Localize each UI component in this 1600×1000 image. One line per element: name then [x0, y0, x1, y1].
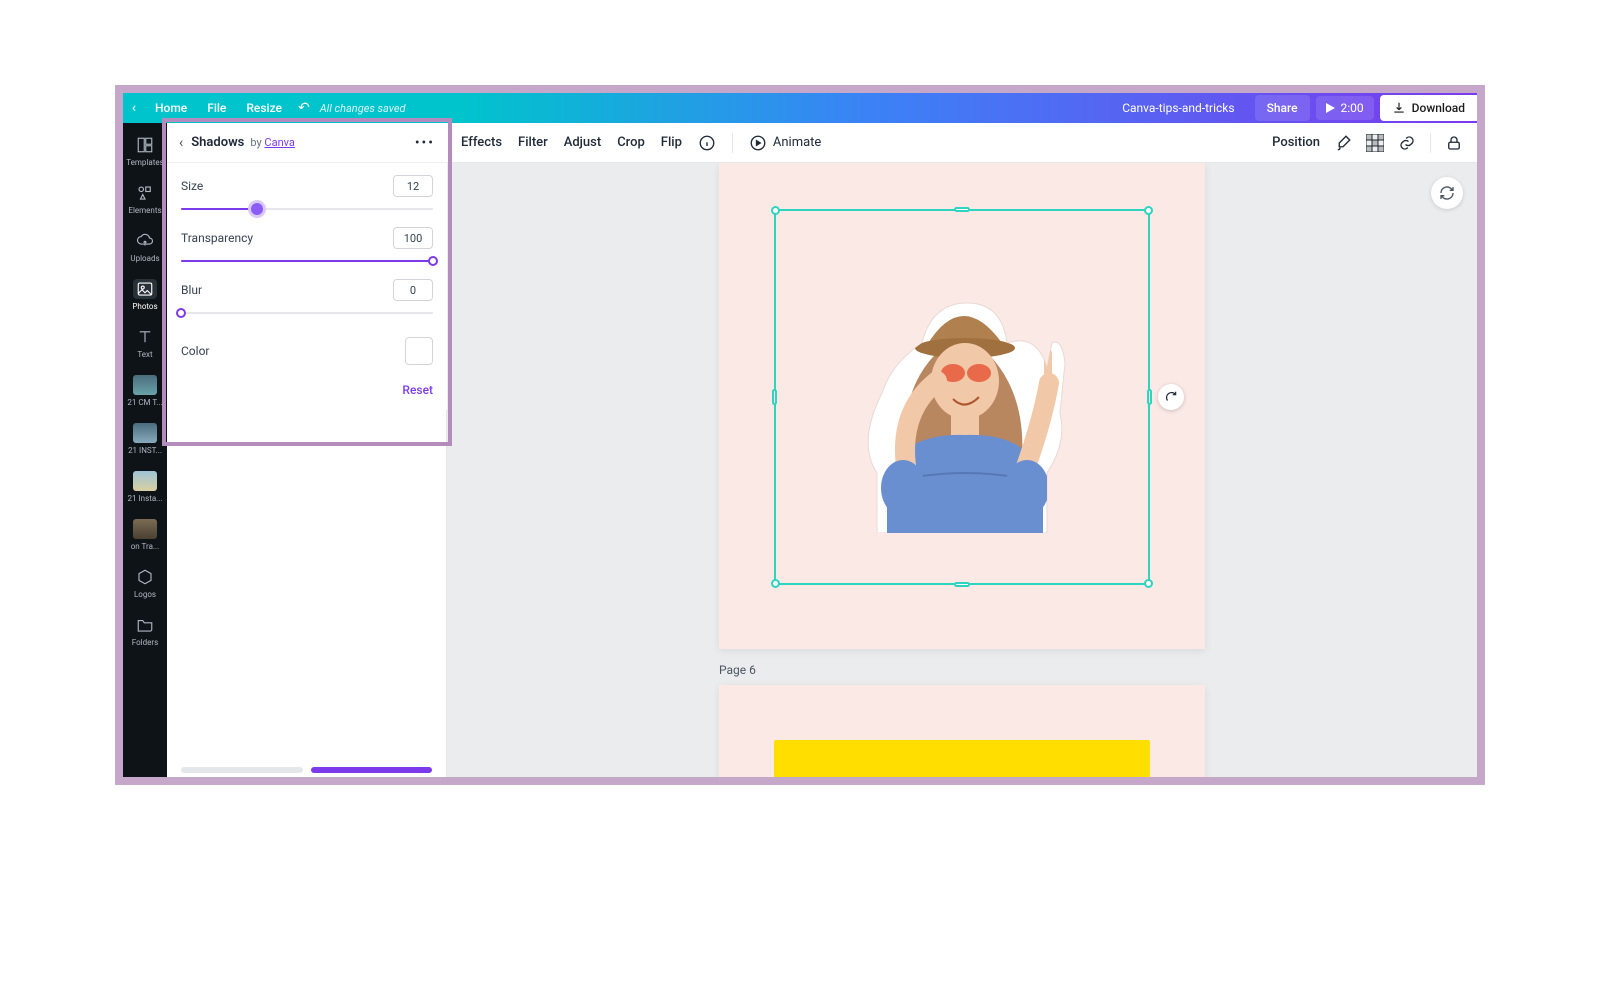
resize-handle-left[interactable] — [772, 389, 777, 405]
toolbar-flip[interactable]: Flip — [661, 135, 682, 150]
canvas-page[interactable] — [719, 163, 1205, 649]
side-panel: ‹ Shadows by Canva ••• Size 12 — [167, 123, 447, 777]
lock-icon[interactable] — [1445, 134, 1463, 152]
panel-footer-hint — [167, 767, 446, 777]
toolbar-crop[interactable]: Crop — [617, 135, 645, 150]
rail-thumb-3[interactable]: on Tra... — [123, 513, 167, 561]
blur-slider-thumb[interactable] — [176, 308, 186, 318]
animate-icon — [749, 134, 767, 152]
project-thumb-icon — [133, 471, 157, 491]
blur-label: Blur — [181, 283, 202, 297]
toolbar-filter[interactable]: Filter — [518, 135, 548, 150]
panel-back-button[interactable]: ‹ — [179, 135, 183, 151]
paint-icon[interactable] — [1334, 134, 1352, 152]
panel-by: by Canva — [250, 136, 295, 149]
resize-handle-right[interactable] — [1147, 389, 1152, 405]
transparency-slider-thumb[interactable] — [428, 256, 438, 266]
panel-title: Shadows — [191, 135, 244, 150]
context-toolbar: Effects Filter Adjust Crop Flip Animate … — [447, 123, 1477, 163]
color-swatch-button[interactable] — [405, 337, 433, 365]
elements-icon — [133, 183, 157, 203]
size-slider[interactable] — [181, 199, 433, 219]
text-icon — [133, 327, 157, 347]
reset-button[interactable]: Reset — [402, 383, 433, 397]
tutorial-highlight-frame: ‹ Home File Resize ↶ All changes saved C… — [115, 85, 1485, 785]
panel-header: ‹ Shadows by Canva ••• — [167, 123, 447, 163]
menu-file[interactable]: File — [197, 101, 236, 115]
size-slider-thumb[interactable] — [248, 200, 266, 218]
app-root: ‹ Home File Resize ↶ All changes saved C… — [123, 93, 1477, 777]
blur-value-input[interactable]: 0 — [393, 279, 433, 301]
resize-handle-tl[interactable] — [771, 206, 780, 215]
color-label: Color — [181, 344, 209, 358]
top-bar: ‹ Home File Resize ↶ All changes saved C… — [123, 93, 1477, 123]
canvas-page-next[interactable] — [719, 685, 1205, 777]
canvas-area: Effects Filter Adjust Crop Flip Animate … — [447, 123, 1477, 777]
transparency-icon[interactable] — [1366, 134, 1384, 152]
panel-by-link[interactable]: Canva — [264, 136, 294, 149]
resize-handle-bottom[interactable] — [954, 582, 970, 587]
share-button[interactable]: Share — [1255, 95, 1310, 121]
transparency-slider[interactable] — [181, 251, 433, 271]
resize-handle-tr[interactable] — [1144, 206, 1153, 215]
rail-photos[interactable]: Photos — [123, 273, 167, 321]
resize-handle-top[interactable] — [954, 207, 970, 212]
yellow-element[interactable] — [774, 740, 1150, 777]
download-icon — [1392, 101, 1406, 115]
rail-thumb-1[interactable]: 21 INST... — [123, 417, 167, 465]
rail-logos[interactable]: Logos — [123, 561, 167, 609]
transparency-label: Transparency — [181, 231, 253, 245]
rail-thumb-0[interactable]: 21 CM T... — [123, 369, 167, 417]
link-icon[interactable] — [1398, 134, 1416, 152]
toolbar-position[interactable]: Position — [1272, 135, 1320, 150]
undo-icon[interactable]: ↶ — [298, 100, 310, 116]
resize-handle-br[interactable] — [1144, 579, 1153, 588]
rail-thumb-2[interactable]: 21 Insta... — [123, 465, 167, 513]
size-value-input[interactable]: 12 — [393, 175, 433, 197]
photos-icon — [133, 279, 157, 299]
info-icon[interactable] — [698, 134, 716, 152]
rail-templates[interactable]: Templates — [123, 129, 167, 177]
rotate-button[interactable] — [1158, 384, 1184, 410]
resize-handle-bl[interactable] — [771, 579, 780, 588]
rail-elements[interactable]: Elements — [123, 177, 167, 225]
menu-resize[interactable]: Resize — [236, 101, 292, 115]
project-thumb-icon — [133, 519, 157, 539]
project-thumb-icon — [133, 423, 157, 443]
toolbar-animate[interactable]: Animate — [749, 134, 821, 152]
page-label: Page 6 — [719, 663, 1205, 677]
left-rail: Templates Elements Uploads Photos — [123, 123, 167, 777]
play-icon — [1326, 103, 1335, 113]
rail-folders[interactable]: Folders — [123, 609, 167, 657]
menu-home[interactable]: Home — [145, 101, 197, 115]
transparency-value-input[interactable]: 100 — [393, 227, 433, 249]
toolbar-effects[interactable]: Effects — [461, 135, 502, 150]
download-button[interactable]: Download — [1380, 95, 1477, 121]
back-button[interactable]: ‹ — [123, 100, 145, 116]
toolbar-adjust[interactable]: Adjust — [564, 135, 601, 150]
blur-slider[interactable] — [181, 303, 433, 323]
folders-icon — [133, 615, 157, 635]
presentation-time-button[interactable]: 2:00 — [1316, 96, 1374, 120]
save-status: All changes saved — [320, 102, 406, 115]
logos-icon — [133, 567, 157, 587]
time-value: 2:00 — [1341, 101, 1364, 115]
panel-more-button[interactable]: ••• — [415, 135, 435, 151]
templates-icon — [133, 135, 157, 155]
uploads-icon — [133, 231, 157, 251]
rail-uploads[interactable]: Uploads — [123, 225, 167, 273]
size-label: Size — [181, 179, 203, 193]
rail-text[interactable]: Text — [123, 321, 167, 369]
project-thumb-icon — [133, 375, 157, 395]
selected-image[interactable] — [837, 273, 1087, 533]
document-title[interactable]: Canva-tips-and-tricks — [1108, 101, 1248, 115]
